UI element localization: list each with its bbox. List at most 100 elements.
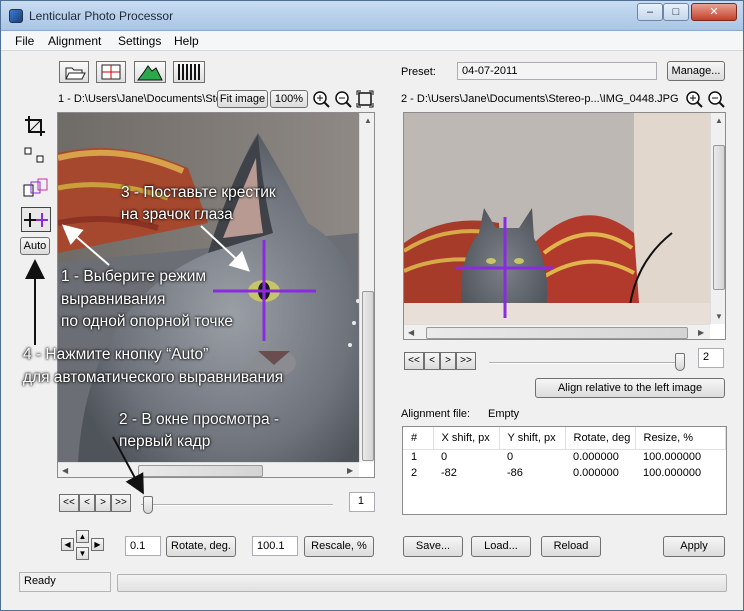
single-point-tool[interactable] [21,207,51,232]
left-first-frame-button[interactable]: << [59,494,79,512]
histogram-icon [137,65,163,81]
zoom-in-button[interactable] [312,90,330,108]
rotate-button[interactable]: Rotate, deg. [166,536,236,557]
left-prev-frame-button[interactable]: < [79,494,95,512]
two-points-tool[interactable] [21,144,49,168]
open-button[interactable] [59,61,89,83]
left-frame-number: 1 [349,492,375,512]
fit-window-icon [356,90,374,108]
arrow-right-icon: ▶ [94,540,101,549]
preset-label: Preset: [401,66,436,78]
col-x-shift[interactable]: X shift, px [433,427,500,450]
right-image-viewer[interactable]: ▲ ▼ ◀ ▶ [403,112,726,340]
right-vertical-scroll-thumb[interactable] [713,145,725,290]
rescale-button[interactable]: Rescale, % [304,536,374,557]
left-next-frame-button[interactable]: > [95,494,111,512]
cell-index: 2 [411,467,418,479]
cell-resize: 100.000000 [643,467,702,479]
right-last-frame-button[interactable]: >> [456,352,476,370]
cell-rotate: 0.000000 [573,467,619,479]
annotation-2-line2: первый кадр [119,433,211,450]
rescale-value-field[interactable]: 100.1 [252,536,298,556]
save-button[interactable]: Save... [403,536,463,557]
reload-button[interactable]: Reload [541,536,601,557]
zoom-percent-button[interactable]: 100% [270,90,308,108]
crop-icon [25,116,45,136]
scroll-up-icon: ▲ [715,116,723,125]
fullscreen-button[interactable] [356,90,374,108]
alignment-file-label: Alignment file: [401,408,471,420]
table-row[interactable]: 1 0 0 0.000000 100.000000 [403,449,726,465]
move-left-button[interactable]: ◀ [61,538,74,551]
auto-button[interactable]: Auto [20,237,50,255]
arrow-left-icon: ◀ [64,540,71,549]
menu-help[interactable]: Help [174,34,199,48]
cell-x-shift: 0 [441,451,448,464]
move-down-button[interactable]: ▼ [76,547,89,560]
cell-resize: 100.000000 [643,451,702,464]
menu-alignment[interactable]: Alignment [48,34,101,48]
right-zoom-out-button[interactable] [707,90,725,108]
left-horizontal-scrollbar[interactable]: ◀ ▶ [58,462,359,477]
right-zoom-in-button[interactable] [685,90,703,108]
col-rotate[interactable]: Rotate, deg [565,427,636,450]
left-vertical-scroll-thumb[interactable] [362,291,374,461]
apply-button[interactable]: Apply [663,536,725,557]
table-row[interactable]: 2 -82 -86 0.000000 100.000000 [403,465,726,481]
annotation-4-line1: 4 - Нажмите кнопку “Auto” [23,346,209,363]
close-button[interactable]: ✕ [691,3,737,21]
annotation-3-line2: на зрачок глаза [121,206,233,223]
crosshair-icon [24,213,48,227]
col-y-shift[interactable]: Y shift, px [499,427,566,450]
right-frame-slider-thumb[interactable] [675,353,685,371]
right-image-path: 2 - D:\Users\Jane\Documents\Stereo-p...\… [401,93,679,105]
right-frame-slider-track[interactable] [489,362,685,364]
zoom-out-icon [708,91,725,108]
minimize-button[interactable]: – [637,3,663,21]
zoom-out-button[interactable] [334,90,352,108]
left-last-frame-button[interactable]: >> [111,494,131,512]
align-relative-button[interactable]: Align relative to the left image [535,378,725,398]
split-view-button[interactable] [96,61,126,83]
right-first-frame-button[interactable]: << [404,352,424,370]
right-prev-frame-button[interactable]: < [424,352,440,370]
preset-field[interactable]: 04-07-2011 [457,62,657,80]
left-frame-slider-track[interactable] [141,504,333,506]
crop-tool[interactable] [23,114,49,138]
status-text: Ready [19,572,111,592]
cat-photo-right [404,113,710,324]
annotation-3-line1: 3 - Поставьте крестик [121,184,276,201]
histogram-button[interactable] [134,61,166,83]
annotation-4-line2: для автоматического выравнивания [23,369,284,386]
right-horizontal-scrollbar[interactable]: ◀ ▶ [404,324,710,339]
split-view-icon [101,64,121,80]
left-horizontal-scroll-thumb[interactable] [138,465,263,477]
lenticular-button[interactable] [173,61,205,83]
maximize-button[interactable]: □ [663,3,689,21]
open-folder-icon [65,67,86,80]
app-window: Lenticular Photo Processor – □ ✕ File Al… [0,0,744,611]
move-right-button[interactable]: ▶ [91,538,104,551]
col-resize[interactable]: Resize, % [635,427,726,450]
menu-settings[interactable]: Settings [118,34,161,48]
title-bar: Lenticular Photo Processor – □ ✕ [1,1,743,31]
right-frame-number: 2 [698,348,724,368]
manage-button[interactable]: Manage... [667,61,725,81]
left-vertical-scrollbar[interactable]: ▲ [359,113,374,462]
left-frame-slider-thumb[interactable] [143,496,153,514]
fit-image-button[interactable]: Fit image [217,90,268,108]
frames-tool[interactable] [21,177,51,201]
menu-file[interactable]: File [15,34,34,48]
right-vertical-scrollbar[interactable]: ▲ ▼ [710,113,725,324]
col-index[interactable]: # [403,427,434,450]
load-button[interactable]: Load... [471,536,531,557]
right-horizontal-scroll-thumb[interactable] [426,327,688,339]
alignment-file-value: Empty [488,408,520,420]
move-arrows-pad[interactable]: ▲ ◀ ▶ ▼ [59,530,109,562]
annotation-1-line1: 1 - Выберите режим [61,268,207,285]
lenticular-icon [178,64,200,80]
scroll-left-icon: ◀ [408,328,415,337]
right-next-frame-button[interactable]: > [440,352,456,370]
move-up-button[interactable]: ▲ [76,530,89,543]
rotate-value-field[interactable]: 0.1 [125,536,161,556]
